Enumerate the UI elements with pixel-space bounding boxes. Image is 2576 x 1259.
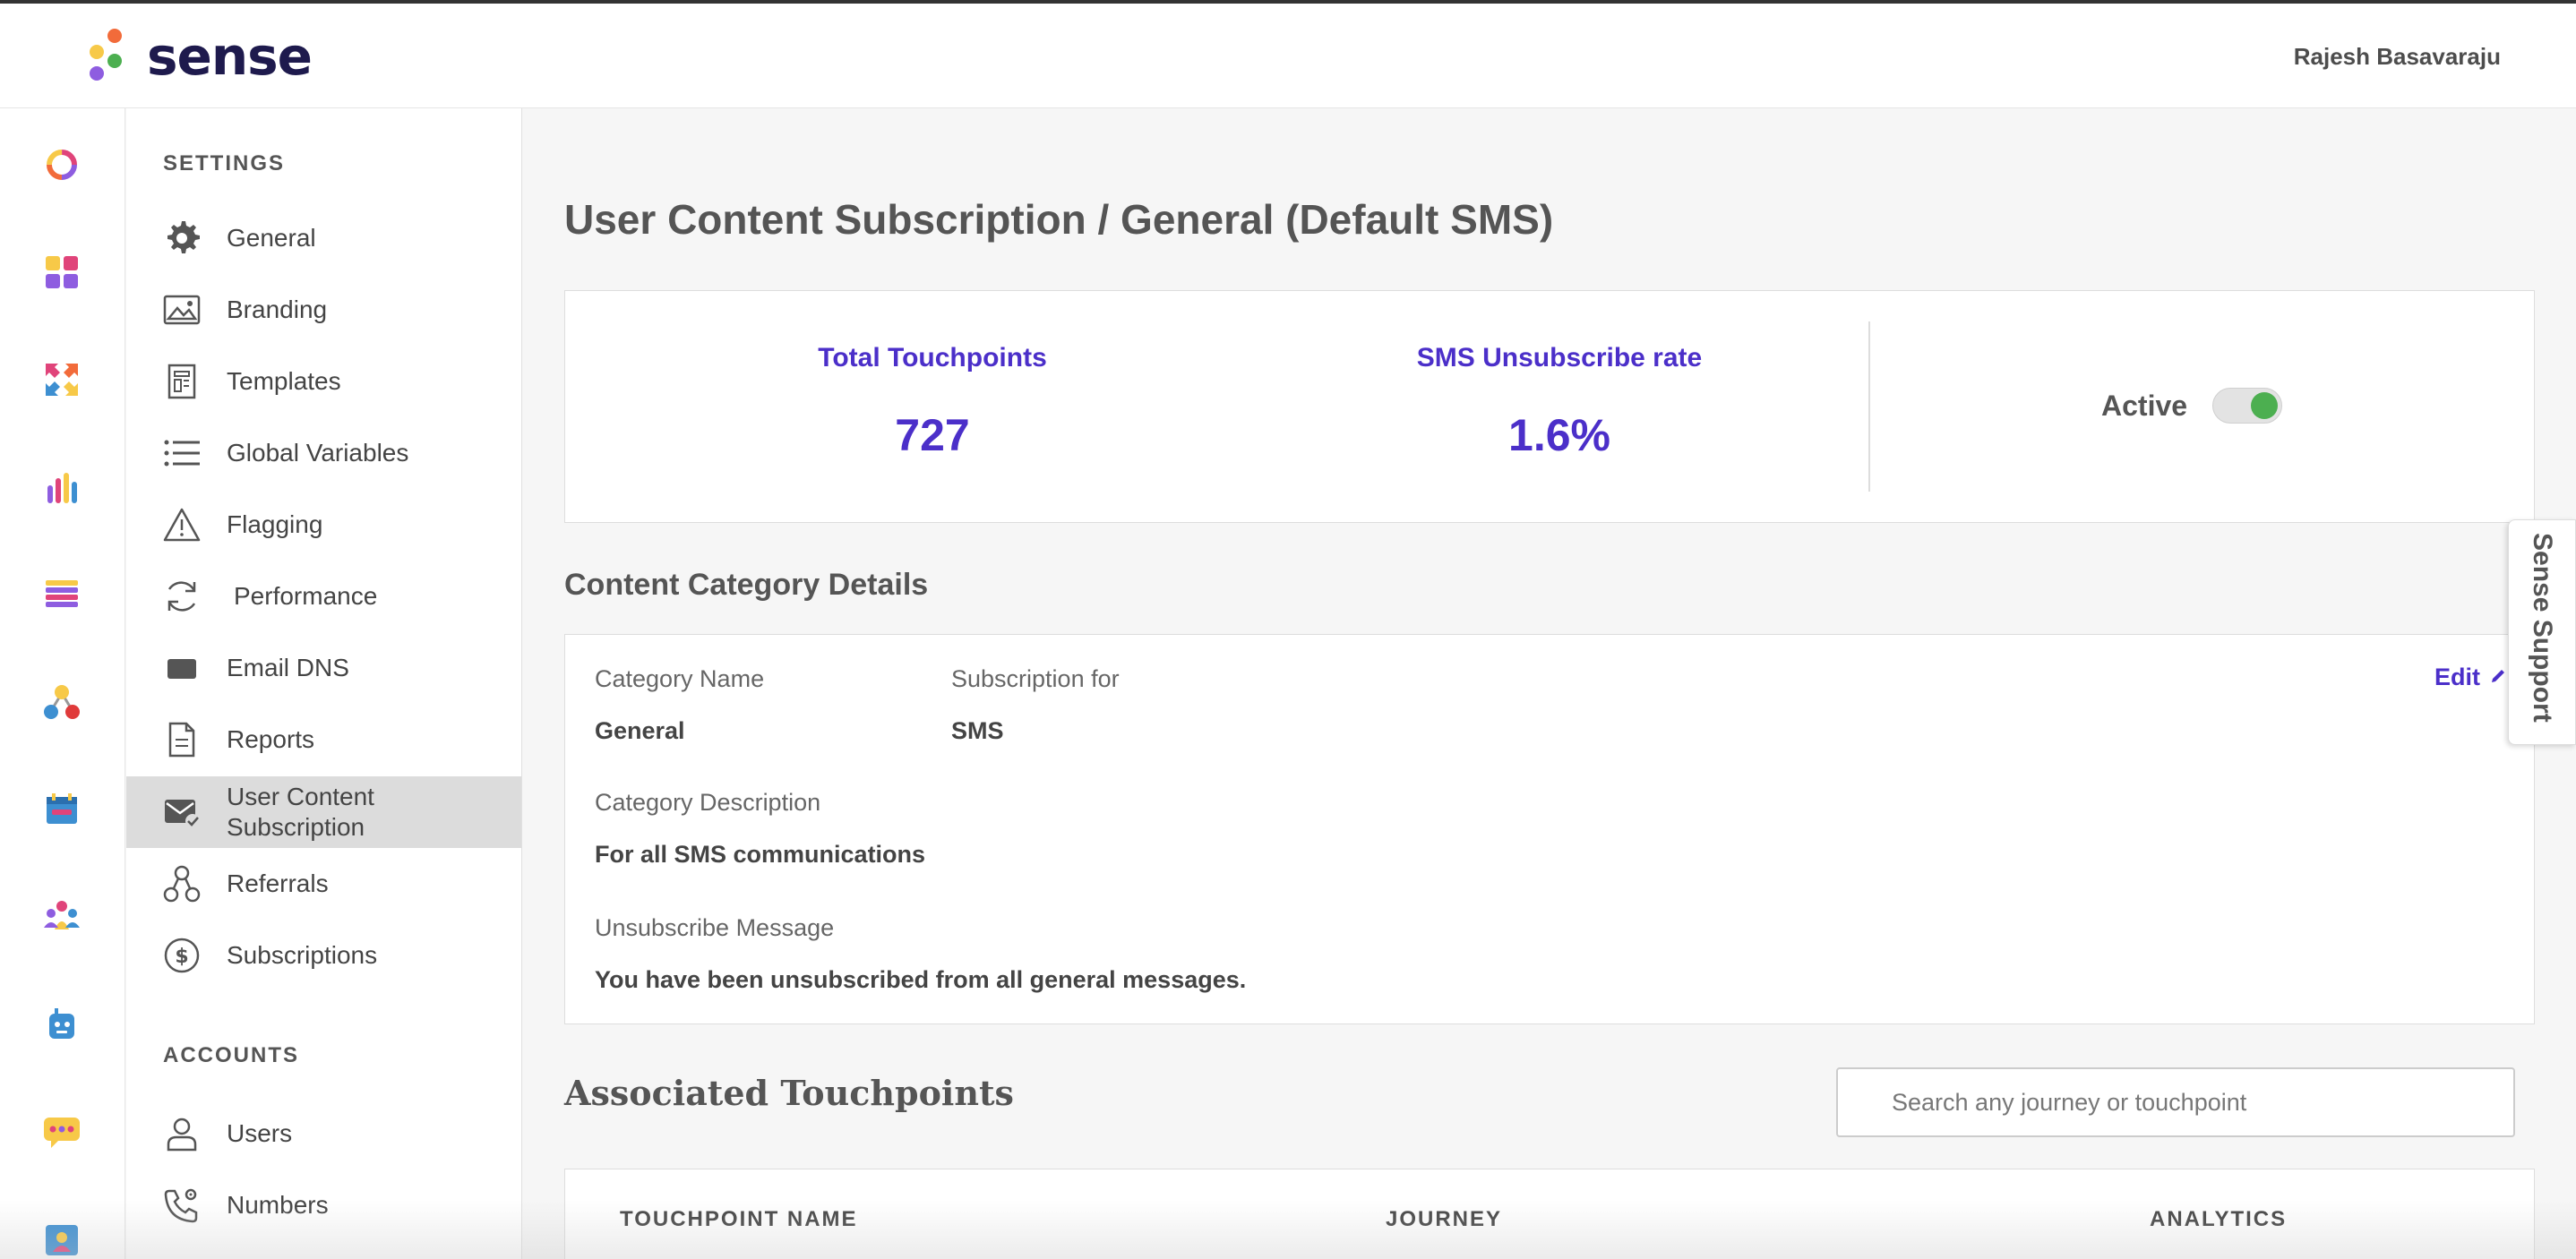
active-status: Active bbox=[2101, 388, 2283, 424]
column-header-touchpoint-name[interactable]: TOUCHPOINT NAME bbox=[620, 1207, 858, 1232]
envelope-icon bbox=[162, 648, 202, 688]
associated-touchpoints-title: Associated Touchpoints bbox=[564, 1073, 1014, 1113]
report-icon bbox=[162, 720, 202, 759]
menu-item-label: Numbers bbox=[227, 1191, 329, 1219]
search-input[interactable] bbox=[1836, 1067, 2515, 1137]
menu-item-label: Flagging bbox=[227, 510, 323, 538]
warning-icon bbox=[162, 505, 202, 544]
menu-item-label: Email DNS bbox=[227, 654, 349, 681]
menu-item-label: Subscriptions bbox=[227, 941, 378, 969]
journeys-arrows-icon[interactable] bbox=[41, 359, 82, 400]
stats-card: Total Touchpoints 727 SMS Unsubscribe ra… bbox=[564, 290, 2535, 523]
pencil-icon bbox=[2489, 664, 2507, 691]
unsubscribe-rate-value: 1.6% bbox=[1508, 410, 1610, 460]
menu-item-label: Global Variables bbox=[227, 439, 409, 467]
menu-item-label: Templates bbox=[227, 367, 341, 395]
sense-logo[interactable]: sense bbox=[84, 25, 317, 88]
gear-icon bbox=[162, 218, 202, 258]
category-description-label: Category Description bbox=[595, 789, 821, 816]
menu-item-flagging[interactable]: Flagging bbox=[126, 489, 521, 561]
analytics-donut-icon[interactable] bbox=[41, 144, 82, 185]
unsubscribe-rate-stat: SMS Unsubscribe rate 1.6% bbox=[1353, 291, 1765, 461]
menu-item-user-content-subscription[interactable]: User Content Subscription bbox=[126, 776, 521, 848]
subscription-for-label: Subscription for bbox=[951, 665, 1120, 692]
menu-item-label: User Content Subscription bbox=[227, 783, 374, 841]
category-description-value: For all SMS communications bbox=[595, 841, 926, 868]
category-name-label: Category Name bbox=[595, 665, 765, 692]
menu-item-numbers[interactable]: Numbers bbox=[126, 1169, 521, 1241]
phone-settings-icon bbox=[162, 1186, 202, 1225]
audience-icon[interactable] bbox=[41, 896, 82, 938]
edit-label: Edit bbox=[2434, 664, 2480, 690]
menu-item-templates[interactable]: Templates bbox=[126, 346, 521, 417]
referral-icon bbox=[162, 864, 202, 904]
support-tab-label: Sense Support bbox=[2528, 533, 2557, 723]
active-toggle[interactable] bbox=[2212, 388, 2283, 424]
menu-item-referrals[interactable]: Referrals bbox=[126, 848, 521, 920]
menu-item-branding[interactable]: Branding bbox=[126, 274, 521, 346]
total-touchpoints-label: Total Touchpoints bbox=[818, 343, 1047, 373]
brand-name: sense bbox=[147, 26, 313, 87]
menu-item-label: Reports bbox=[227, 725, 315, 753]
template-icon bbox=[162, 362, 202, 401]
menu-item-label: Users bbox=[227, 1119, 293, 1147]
subscription-for-value: SMS bbox=[951, 717, 1004, 744]
touchpoints-table: TOUCHPOINT NAME JOURNEY ANALYTICS bbox=[564, 1169, 2535, 1259]
network-icon[interactable] bbox=[41, 681, 82, 723]
user-name[interactable]: Rajesh Basavaraju bbox=[2294, 43, 2501, 71]
unsubscribe-message-label: Unsubscribe Message bbox=[595, 914, 835, 941]
bot-icon[interactable] bbox=[41, 1004, 82, 1045]
accounts-heading: ACCOUNTS bbox=[163, 1043, 299, 1067]
bar-chart-icon[interactable] bbox=[41, 467, 82, 508]
page-title: User Content Subscription / General (Def… bbox=[564, 196, 1554, 243]
edit-button[interactable]: Edit bbox=[2434, 664, 2507, 691]
menu-item-email-dns[interactable]: Email DNS bbox=[126, 632, 521, 704]
menu-item-performance[interactable]: Performance bbox=[126, 561, 521, 632]
mail-check-icon bbox=[162, 792, 202, 832]
menu-item-general[interactable]: General bbox=[126, 202, 521, 274]
menu-item-label: General bbox=[227, 224, 316, 252]
divider bbox=[1868, 321, 1870, 492]
toggle-knob bbox=[2251, 392, 2279, 419]
image-icon bbox=[162, 290, 202, 330]
list-icon bbox=[162, 433, 202, 473]
active-label: Active bbox=[2101, 389, 2188, 422]
category-name-value: General bbox=[595, 717, 685, 744]
sense-support-tab[interactable]: Sense Support bbox=[2508, 519, 2576, 745]
dashboard-grid-icon[interactable] bbox=[41, 252, 82, 293]
settings-heading: SETTINGS bbox=[163, 151, 286, 176]
icon-rail bbox=[0, 108, 125, 1259]
total-touchpoints-stat: Total Touchpoints 727 bbox=[744, 291, 1121, 461]
menu-item-global-variables[interactable]: Global Variables bbox=[126, 417, 521, 489]
menu-item-reports[interactable]: Reports bbox=[126, 704, 521, 775]
unsubscribe-message-value: You have been unsubscribed from all gene… bbox=[595, 966, 1247, 993]
details-card: Category Name General Subscription for S… bbox=[564, 634, 2535, 1024]
menu-item-label: Referrals bbox=[227, 869, 329, 897]
contacts-icon[interactable] bbox=[41, 1219, 82, 1259]
chat-icon[interactable] bbox=[41, 1111, 82, 1152]
settings-menu: SETTINGS General Branding Templates Glob… bbox=[126, 108, 522, 1259]
calendar-icon[interactable] bbox=[41, 789, 82, 830]
total-touchpoints-value: 727 bbox=[895, 410, 970, 460]
svg-text:$: $ bbox=[175, 946, 188, 968]
list-stack-icon[interactable] bbox=[41, 574, 82, 615]
menu-item-label: Branding bbox=[227, 295, 328, 323]
refresh-icon bbox=[162, 577, 202, 616]
menu-item-users[interactable]: Users bbox=[126, 1098, 521, 1169]
top-bar: sense Rajesh Basavaraju bbox=[0, 0, 2576, 108]
details-section-title: Content Category Details bbox=[564, 568, 929, 602]
column-header-journey[interactable]: JOURNEY bbox=[1386, 1207, 1502, 1232]
column-header-analytics[interactable]: ANALYTICS bbox=[2150, 1207, 2287, 1232]
unsubscribe-rate-label: SMS Unsubscribe rate bbox=[1416, 343, 1703, 373]
menu-item-subscriptions[interactable]: $ Subscriptions bbox=[126, 920, 521, 991]
dollar-icon: $ bbox=[162, 936, 202, 975]
logo-dots-icon bbox=[84, 25, 129, 88]
menu-item-label: Performance bbox=[234, 582, 378, 610]
user-icon bbox=[162, 1114, 202, 1153]
